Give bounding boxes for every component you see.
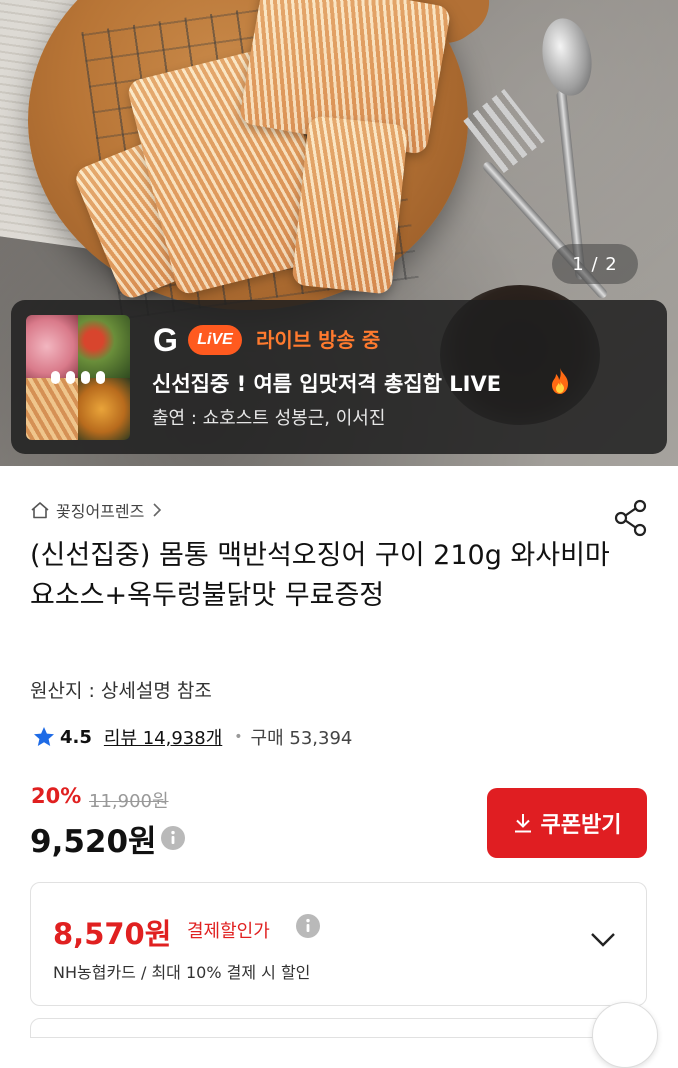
home-icon xyxy=(31,502,49,519)
card-discount-description: NH농협카드 / 최대 10% 결제 시 할인 xyxy=(53,963,311,982)
purchase-count: 구매 53,394 xyxy=(250,728,353,749)
product-title: (신선집중) 몸통 맥반석오징어 구이 210g 와사비마요소스+옥두렁불닭맛 … xyxy=(30,540,610,611)
next-section-edge xyxy=(30,1018,647,1038)
image-page-indicator: 1 / 2 xyxy=(552,244,638,284)
coupon-button-label: 쿠폰받기 xyxy=(540,813,622,838)
scroll-top-button[interactable] xyxy=(592,1002,658,1068)
live-badge: LiVE xyxy=(188,325,242,355)
live-equalizer-icon xyxy=(26,315,130,440)
chevron-down-icon[interactable] xyxy=(589,931,617,949)
discount-rate: 20% xyxy=(31,784,82,808)
store-link[interactable]: 꽃징어프렌즈 xyxy=(30,498,162,522)
live-cast-text: 출연 : 쇼호스트 성봉근, 이서진 xyxy=(152,408,386,429)
info-icon[interactable] xyxy=(295,913,321,939)
card-discount-label: 결제할인가 xyxy=(187,921,270,942)
rating-value: 4.5 xyxy=(60,726,92,748)
chevron-right-icon xyxy=(153,503,162,517)
share-icon[interactable] xyxy=(612,498,650,538)
star-icon xyxy=(34,727,54,746)
live-title: 신선집중 ! 여름 입맛저격 총집합 LIVE xyxy=(152,372,502,396)
sale-price: 9,520원 xyxy=(30,824,157,860)
card-discount-panel[interactable]: 8,570원 결제할인가 NH농협카드 / 최대 10% 결제 시 할인 xyxy=(30,882,647,1006)
info-icon[interactable] xyxy=(160,825,186,851)
review-count-link[interactable]: 리뷰 14,938개 xyxy=(104,724,222,750)
rating-row: 4.5 리뷰 14,938개 • 구매 53,394 xyxy=(32,724,352,750)
live-status-text: 라이브 방송 중 xyxy=(256,328,381,352)
live-thumbnail xyxy=(26,315,130,440)
download-icon xyxy=(514,814,531,833)
g-logo-icon: G xyxy=(153,322,178,356)
origin-info: 원산지 : 상세설명 참조 xyxy=(30,680,212,702)
original-price: 11,900원 xyxy=(89,791,169,812)
fire-icon xyxy=(552,368,568,394)
card-discount-price: 8,570원 xyxy=(53,917,172,951)
svg-text:G: G xyxy=(153,322,178,356)
grilled-squid-piece xyxy=(291,115,409,295)
store-name: 꽃징어프렌즈 xyxy=(56,502,145,521)
separator-dot: • xyxy=(234,729,243,745)
coupon-download-button[interactable]: 쿠폰받기 xyxy=(487,788,647,858)
